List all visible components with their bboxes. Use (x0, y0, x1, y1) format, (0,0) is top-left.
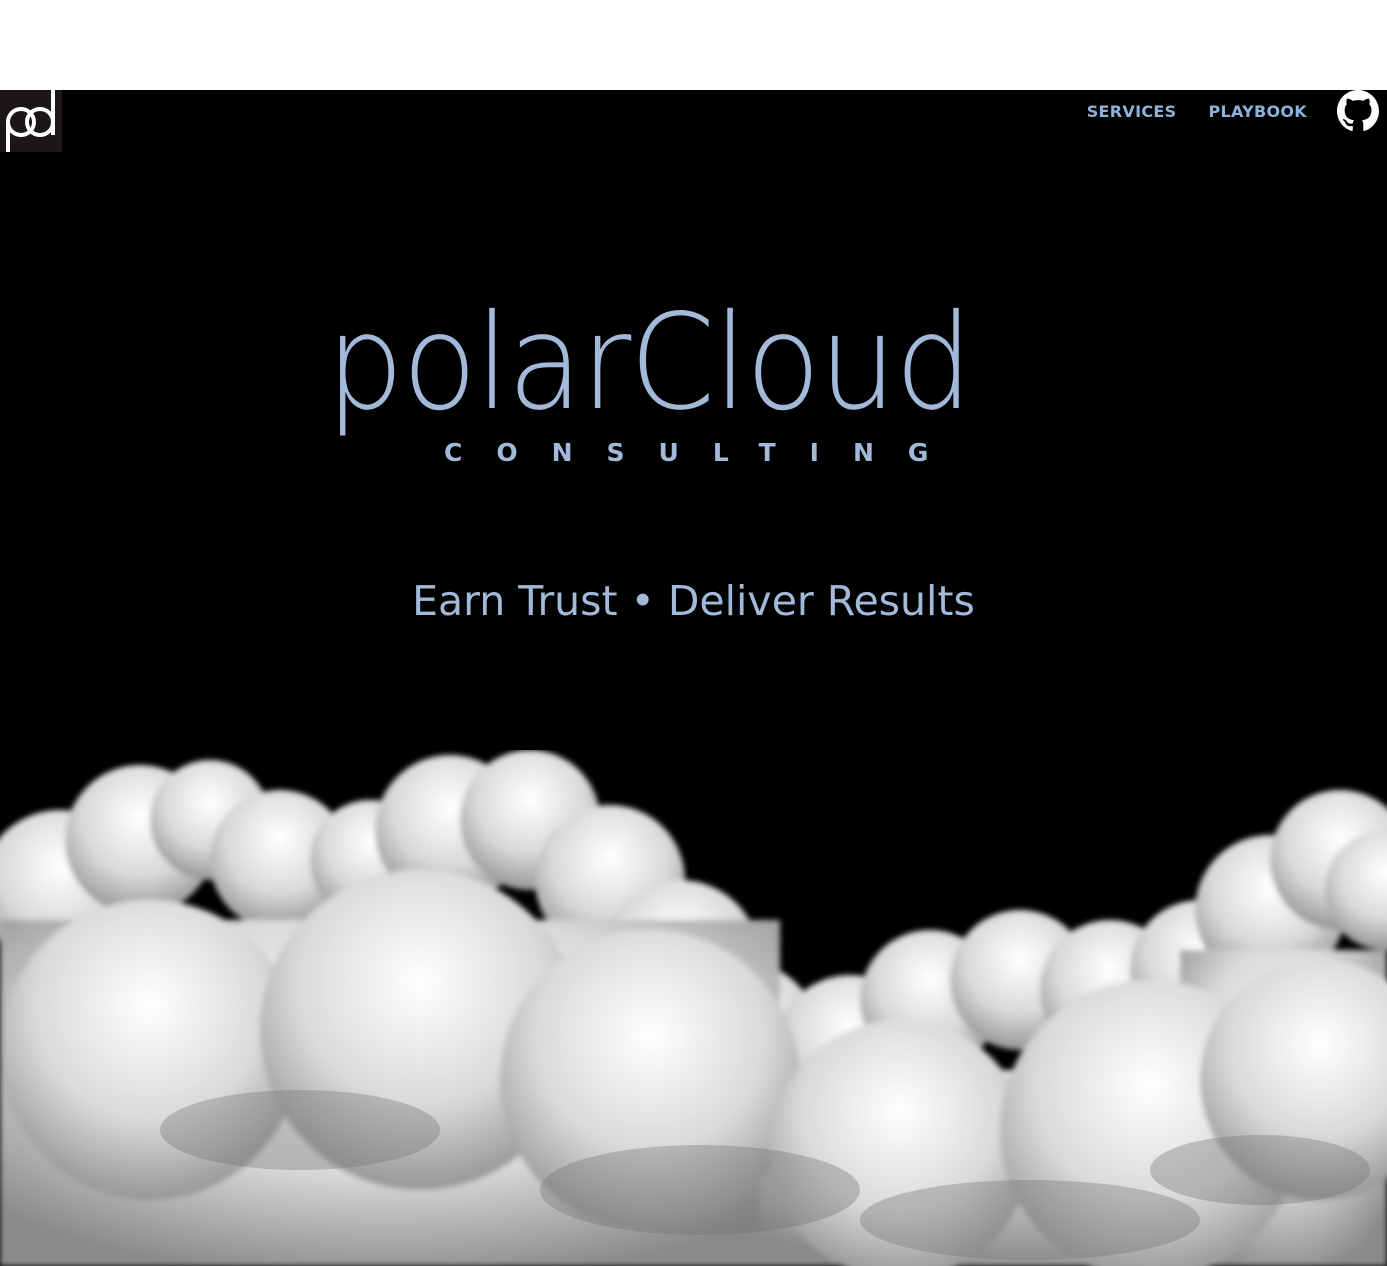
github-icon (1337, 90, 1379, 131)
pd-monogram-icon (0, 90, 62, 152)
clouds-image (0, 750, 1387, 1266)
top-blank-strip (0, 0, 1387, 90)
github-link[interactable] (1337, 90, 1379, 132)
brand-name: polarCloud (326, 286, 973, 440)
home-logo-link[interactable] (0, 90, 62, 152)
brand-subtitle: CONSULTING (444, 438, 963, 467)
hero-section: SERVICES PLAYBOOK polarCloud CONSULTING … (0, 90, 1387, 1266)
main-nav: SERVICES PLAYBOOK (1087, 102, 1307, 122)
brand-wordmark: polarCloud CONSULTING (326, 288, 1041, 468)
nav-services-link[interactable]: SERVICES (1087, 102, 1177, 122)
nav-playbook-link[interactable]: PLAYBOOK (1208, 102, 1307, 122)
hero-tagline: Earn Trust • Deliver Results (412, 577, 975, 625)
